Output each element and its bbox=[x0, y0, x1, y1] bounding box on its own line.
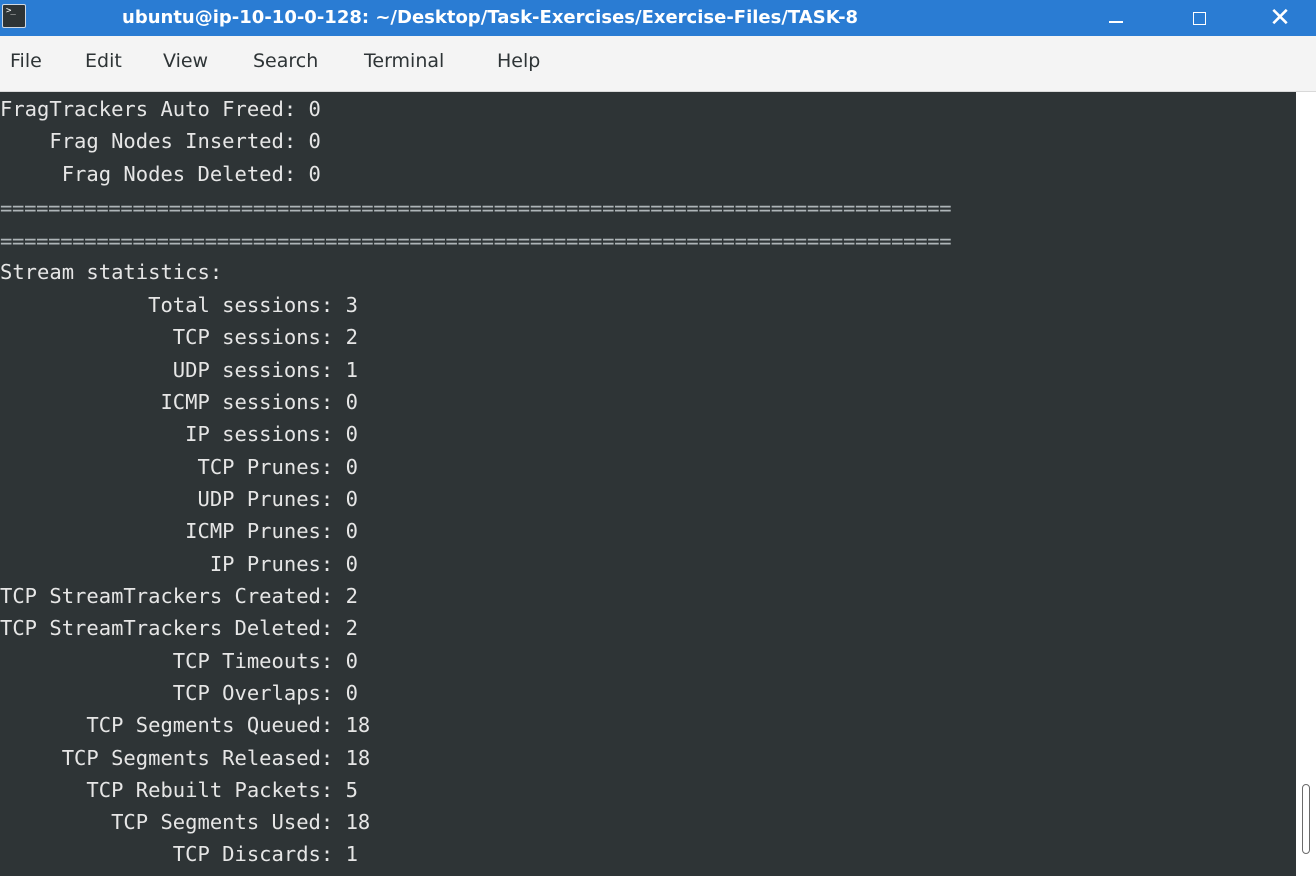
menu-search[interactable]: Search bbox=[253, 50, 318, 72]
terminal-line: TCP Segments Queued: 18 bbox=[0, 713, 371, 737]
terminal-line: ICMP Prunes: 0 bbox=[0, 519, 358, 543]
terminal-line: TCP sessions: 2 bbox=[0, 325, 358, 349]
terminal-line: TCP StreamTrackers Created: 2 bbox=[0, 584, 358, 608]
terminal-line: TCP Prunes: 0 bbox=[0, 455, 358, 479]
terminal-app-icon: >_ bbox=[2, 4, 26, 28]
terminal-line: Total sessions: 3 bbox=[0, 293, 358, 317]
window-titlebar[interactable]: >_ ubuntu@ip-10-10-0-128: ~/Desktop/Task… bbox=[0, 0, 1316, 36]
terminal-line: Frag Nodes Deleted: 0 bbox=[0, 162, 321, 186]
terminal-line: ICMP sessions: 0 bbox=[0, 390, 358, 414]
menu-bar: File Edit View Search Terminal Help bbox=[0, 36, 1316, 92]
minimize-icon bbox=[1109, 21, 1123, 23]
window-title: ubuntu@ip-10-10-0-128: ~/Desktop/Task-Ex… bbox=[122, 7, 859, 28]
close-button[interactable]: ✕ bbox=[1258, 0, 1302, 36]
menu-file[interactable]: File bbox=[10, 50, 42, 72]
terminal-line: IP sessions: 0 bbox=[0, 422, 358, 446]
minimize-button[interactable] bbox=[1094, 0, 1138, 36]
terminal-line: UDP sessions: 1 bbox=[0, 358, 358, 382]
terminal-line: TCP Timeouts: 0 bbox=[0, 649, 358, 673]
terminal-line: TCP Segments Used: 18 bbox=[0, 810, 371, 834]
terminal-line: TCP Discards: 1 bbox=[0, 842, 358, 866]
menu-edit[interactable]: Edit bbox=[85, 50, 122, 72]
separator-line: ========================================… bbox=[0, 196, 952, 220]
maximize-button[interactable] bbox=[1177, 0, 1221, 36]
terminal-line: Frag Nodes Inserted: 0 bbox=[0, 129, 321, 153]
close-icon: ✕ bbox=[1269, 3, 1291, 33]
separator-line: ========================================… bbox=[0, 229, 952, 253]
terminal-line: FragTrackers Auto Freed: 0 bbox=[0, 97, 321, 121]
terminal-line: TCP StreamTrackers Deleted: 2 bbox=[0, 616, 358, 640]
menu-terminal[interactable]: Terminal bbox=[364, 50, 444, 72]
terminal-line: TCP Rebuilt Packets: 5 bbox=[0, 778, 358, 802]
scrollbar-track[interactable] bbox=[1296, 92, 1316, 876]
menu-view[interactable]: View bbox=[163, 50, 208, 72]
menu-help[interactable]: Help bbox=[497, 50, 540, 72]
terminal-line: TCP Segments Released: 18 bbox=[0, 746, 371, 770]
terminal-line: IP Prunes: 0 bbox=[0, 552, 358, 576]
terminal-output[interactable]: FragTrackers Auto Freed: 0 Frag Nodes In… bbox=[0, 92, 1296, 876]
terminal-line: UDP Prunes: 0 bbox=[0, 487, 358, 511]
terminal-line: Stream statistics: bbox=[0, 260, 223, 284]
terminal-app-icon-glyph: >_ bbox=[6, 6, 16, 16]
maximize-icon bbox=[1192, 11, 1206, 25]
scrollbar-handle[interactable] bbox=[1302, 784, 1310, 854]
terminal-line: TCP Overlaps: 0 bbox=[0, 681, 358, 705]
